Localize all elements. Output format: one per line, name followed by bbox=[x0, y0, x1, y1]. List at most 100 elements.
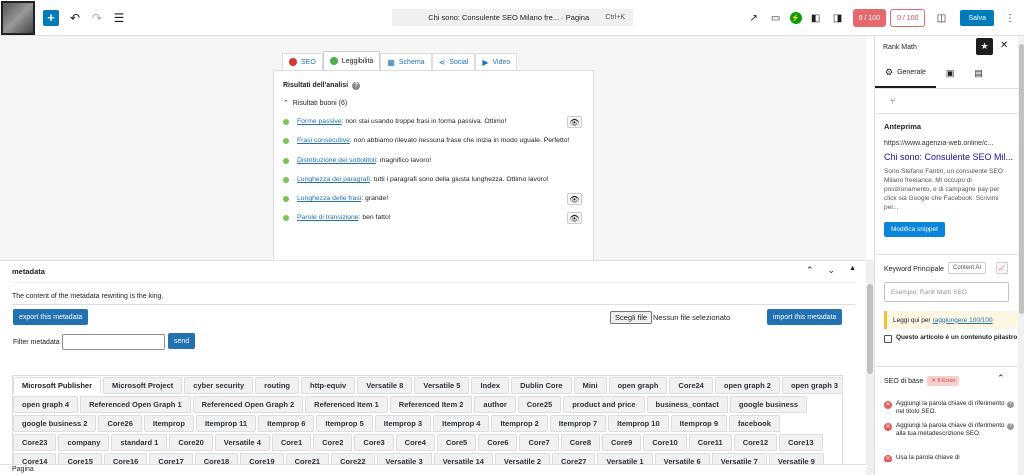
tab-advanced[interactable]: ▣ bbox=[936, 59, 965, 88]
metadata-tab[interactable]: Itemprop 3 bbox=[374, 415, 432, 432]
trends-icon[interactable]: 📈 bbox=[996, 262, 1008, 274]
result-link[interactable]: Frasi consecutive bbox=[297, 137, 350, 144]
readability-score-badge[interactable]: 0 / 100 bbox=[890, 9, 926, 27]
metadata-tab[interactable]: Core3 bbox=[354, 434, 394, 451]
site-icon[interactable] bbox=[1, 0, 35, 35]
metadata-tab[interactable]: Itemprop 11 bbox=[195, 415, 257, 432]
checkbox[interactable] bbox=[884, 335, 892, 343]
import-metadata-button[interactable]: import this metadata bbox=[767, 309, 843, 325]
metadata-tab[interactable]: open graph 3 bbox=[781, 377, 842, 394]
collapse-icon[interactable]: ▲ bbox=[849, 265, 856, 276]
metadata-tab[interactable]: Index bbox=[471, 377, 510, 394]
metadata-tab[interactable]: open graph bbox=[608, 377, 668, 394]
metadata-tab[interactable]: Core9 bbox=[602, 434, 642, 451]
metadata-tab[interactable]: Core8 bbox=[560, 434, 600, 451]
send-button[interactable]: send bbox=[168, 333, 196, 349]
help-icon[interactable]: ? bbox=[1007, 423, 1014, 430]
metadata-tab[interactable]: http-equiv bbox=[300, 377, 356, 394]
metadata-tab[interactable]: facebook bbox=[729, 415, 780, 432]
metadata-tab[interactable]: Itemprop 7 bbox=[549, 415, 607, 432]
content-ai-button[interactable]: Content AI bbox=[948, 262, 987, 274]
undo-icon[interactable]: ↶ bbox=[67, 10, 83, 26]
metadata-tab[interactable]: open graph 2 bbox=[714, 377, 780, 394]
jetpack-icon[interactable]: ⚡ bbox=[789, 12, 802, 24]
result-link[interactable]: Distribuzione dei sottotitoli bbox=[297, 157, 376, 164]
tab-schema-sidebar[interactable]: ▤ bbox=[964, 59, 993, 88]
metadata-tab[interactable]: Core10 bbox=[643, 434, 687, 451]
filter-input[interactable] bbox=[62, 334, 165, 350]
metadata-tab[interactable]: Itemprop 4 bbox=[433, 415, 490, 432]
metadata-tab[interactable]: Referenced Item 1 bbox=[305, 396, 388, 413]
breadcrumb[interactable]: Pagina bbox=[12, 466, 34, 473]
result-link[interactable]: Lunghezza delle frasi bbox=[297, 195, 361, 202]
tab-general[interactable]: ⚙ Generale bbox=[875, 59, 936, 88]
metadata-tab[interactable]: company bbox=[58, 434, 110, 451]
metadata-tab[interactable]: Core5 bbox=[436, 434, 477, 451]
metadata-tab[interactable]: Itemprop 2 bbox=[491, 415, 548, 432]
metadata-tab[interactable]: product and price bbox=[563, 396, 645, 413]
eye-icon[interactable]: 👁 bbox=[567, 116, 582, 128]
metadata-tab[interactable]: Core20 bbox=[169, 434, 213, 451]
metadata-tab[interactable]: cyber security bbox=[184, 377, 254, 394]
tab-schema[interactable]: ▦ Schema bbox=[380, 53, 432, 70]
document-overview-icon[interactable]: ☰ bbox=[111, 10, 127, 26]
metadata-tab[interactable]: Referenced Open Graph 1 bbox=[80, 396, 191, 413]
good-results-toggle[interactable]: ⌃ Risultati buoni (6) bbox=[283, 99, 347, 107]
metadata-tab[interactable]: Referenced Open Graph 2 bbox=[192, 396, 304, 413]
metadata-tab[interactable]: Itemprop 10 bbox=[608, 415, 669, 432]
focus-keyword-input[interactable]: Esempio: Rank Math SEO bbox=[884, 282, 1009, 302]
metadata-tab[interactable]: Versatile 5 bbox=[414, 377, 470, 394]
result-link[interactable]: Parole di transizione bbox=[297, 214, 359, 221]
main-scrollbar[interactable] bbox=[866, 260, 874, 475]
plugin-icon[interactable]: ◧ bbox=[808, 10, 824, 26]
document-bar[interactable]: Chi sono: Consulente SEO Milano fre... ·… bbox=[392, 9, 633, 26]
sidebar-toggle-icon[interactable]: ◫ bbox=[933, 10, 949, 26]
metadata-tab[interactable]: Versatile 8 bbox=[357, 377, 413, 394]
metadata-tab[interactable]: open graph 4 bbox=[13, 396, 79, 413]
star-icon[interactable]: ★ bbox=[976, 38, 993, 55]
metadata-tab[interactable]: Core13 bbox=[779, 434, 823, 451]
basic-seo-toggle[interactable]: SEO di base ✕ 8 Errori bbox=[884, 376, 960, 386]
metadata-tab[interactable]: Core6 bbox=[478, 434, 518, 451]
metadata-tab[interactable]: Microsoft Publisher bbox=[13, 377, 102, 394]
tab-social[interactable]: ⋖ Social bbox=[431, 53, 476, 70]
preview-heading[interactable]: Chi sono: Consulente SEO Mil... bbox=[884, 152, 1014, 162]
metadata-tab[interactable]: Mini bbox=[573, 377, 607, 394]
metadata-tab[interactable]: Core25 bbox=[517, 396, 562, 413]
tab-readability[interactable]: Leggibilità bbox=[322, 51, 381, 70]
tab-seo[interactable]: SEO bbox=[282, 53, 323, 70]
close-icon[interactable]: ✕ bbox=[1000, 40, 1008, 51]
metadata-tab[interactable]: Core4 bbox=[395, 434, 435, 451]
add-block-button[interactable]: + bbox=[43, 9, 59, 26]
metadata-tab[interactable]: standard 1 bbox=[111, 434, 168, 451]
redo-icon[interactable]: ↷ bbox=[89, 10, 105, 26]
result-link[interactable]: Forme passive bbox=[297, 118, 342, 125]
metadata-tab[interactable]: Core2 bbox=[313, 434, 353, 451]
preview-icon[interactable]: ▭ bbox=[768, 10, 784, 26]
metadata-tab[interactable]: Core26 bbox=[98, 415, 142, 432]
plugin-icon-2[interactable]: ◨ bbox=[830, 10, 846, 26]
metadata-tab[interactable]: Itemprop 5 bbox=[316, 415, 373, 432]
metadata-tab[interactable]: Core24 bbox=[669, 377, 713, 394]
metadata-tab[interactable]: author bbox=[474, 396, 516, 413]
pillar-content-checkbox[interactable]: Questo articolo è un contenuto pilastro bbox=[884, 334, 1017, 343]
seo-score-badge[interactable]: 9 / 100 bbox=[852, 9, 887, 27]
metadata-tab[interactable]: google business 2 bbox=[13, 415, 97, 432]
metadata-tab[interactable]: Itemprop 6 bbox=[258, 415, 315, 432]
eye-icon[interactable]: 👁 bbox=[567, 212, 582, 224]
scrollbar-thumb[interactable] bbox=[1019, 44, 1024, 314]
metadata-tab[interactable]: Itemprop bbox=[143, 415, 194, 432]
metadata-tab[interactable]: Itemprop 9 bbox=[670, 415, 727, 432]
help-icon[interactable]: ? bbox=[352, 82, 361, 90]
eye-icon[interactable]: 👁 bbox=[567, 193, 582, 205]
metadata-tab[interactable]: Referenced Item 2 bbox=[389, 396, 473, 413]
help-icon[interactable]: ? bbox=[1007, 401, 1014, 408]
social-share-icon[interactable]: ⑂ bbox=[890, 96, 895, 106]
metadata-tab[interactable]: Core1 bbox=[271, 434, 312, 451]
metadata-tab[interactable]: Microsoft Project bbox=[103, 377, 183, 394]
move-up-icon[interactable]: ⌃ bbox=[806, 265, 814, 276]
chevron-up-icon[interactable]: ⌃ bbox=[997, 373, 1005, 384]
metadata-tab[interactable]: business_contact bbox=[646, 396, 728, 413]
metadata-tab[interactable]: Core11 bbox=[688, 434, 732, 451]
metadata-tab[interactable]: Core7 bbox=[519, 434, 559, 451]
